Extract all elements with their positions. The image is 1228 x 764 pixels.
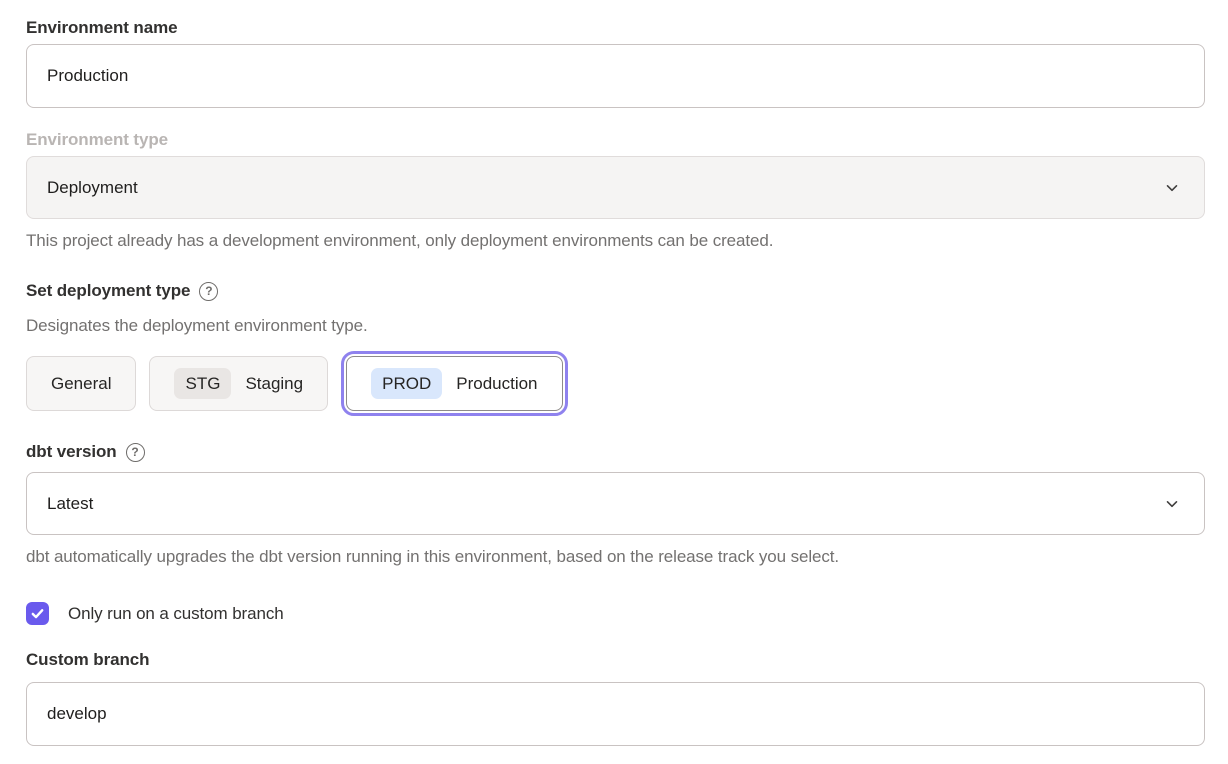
deployment-type-production-button[interactable]: PROD Production bbox=[346, 356, 562, 411]
help-icon[interactable]: ? bbox=[199, 282, 218, 301]
prod-badge: PROD bbox=[371, 368, 442, 399]
custom-branch-input[interactable] bbox=[26, 682, 1205, 746]
environment-settings-form: Environment name Environment type Deploy… bbox=[0, 0, 1228, 746]
environment-name-label: Environment name bbox=[26, 18, 1205, 38]
environment-type-select[interactable]: Deployment bbox=[26, 156, 1205, 219]
custom-branch-label: Custom branch bbox=[26, 650, 1205, 670]
environment-type-help: This project already has a development e… bbox=[26, 231, 1205, 251]
checkmark-icon bbox=[30, 606, 45, 621]
selected-option-focus-ring: PROD Production bbox=[341, 351, 567, 416]
dbt-version-help: dbt automatically upgrades the dbt versi… bbox=[26, 547, 1205, 567]
chevron-down-icon bbox=[1164, 180, 1180, 196]
environment-type-label: Environment type bbox=[26, 130, 1205, 150]
dbt-version-value: Latest bbox=[47, 494, 93, 514]
deployment-type-label: Set deployment type bbox=[26, 281, 190, 301]
deployment-type-options: General STG Staging PROD Production bbox=[26, 351, 1205, 416]
deployment-type-heading: Set deployment type ? bbox=[26, 281, 1205, 301]
custom-branch-checkbox-label: Only run on a custom branch bbox=[68, 604, 284, 624]
deployment-type-general-button[interactable]: General bbox=[26, 356, 136, 411]
environment-type-value: Deployment bbox=[47, 178, 138, 198]
deployment-type-general-label: General bbox=[51, 374, 111, 394]
deployment-type-production-label: Production bbox=[456, 374, 537, 394]
custom-branch-toggle-row: Only run on a custom branch bbox=[26, 602, 1205, 625]
dbt-version-heading: dbt version ? bbox=[26, 442, 1205, 462]
staging-badge: STG bbox=[174, 368, 231, 399]
dbt-version-label: dbt version bbox=[26, 442, 117, 462]
deployment-type-staging-button[interactable]: STG Staging bbox=[149, 356, 328, 411]
deployment-type-staging-label: Staging bbox=[245, 374, 303, 394]
chevron-down-icon bbox=[1164, 496, 1180, 512]
environment-name-input[interactable] bbox=[26, 44, 1205, 108]
custom-branch-checkbox[interactable] bbox=[26, 602, 49, 625]
deployment-type-help: Designates the deployment environment ty… bbox=[26, 316, 1205, 336]
dbt-version-select[interactable]: Latest bbox=[26, 472, 1205, 535]
help-icon[interactable]: ? bbox=[126, 443, 145, 462]
